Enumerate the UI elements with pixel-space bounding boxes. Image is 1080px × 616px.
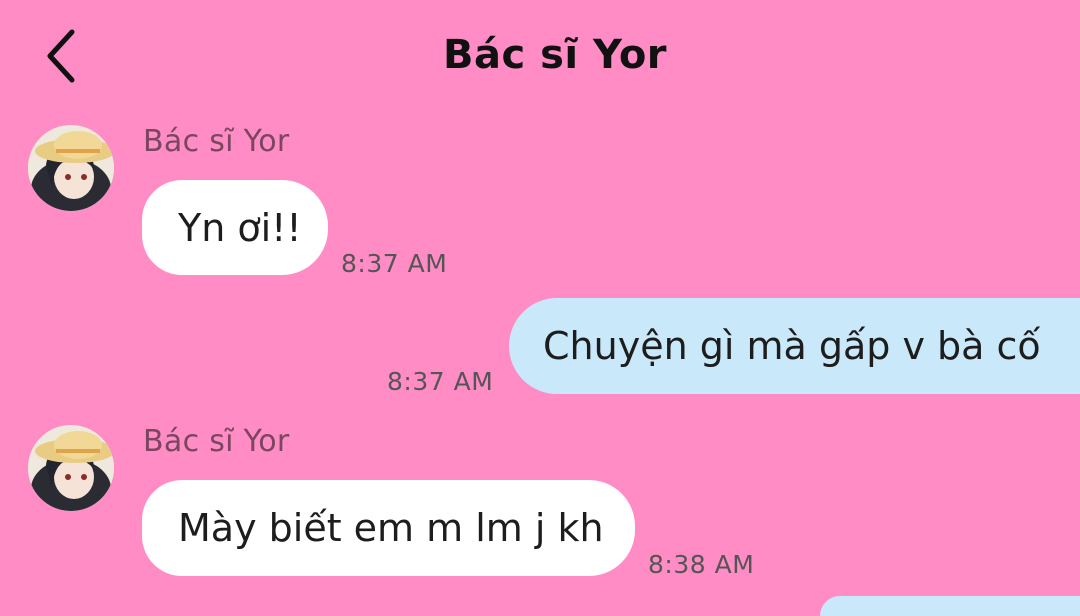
incoming-message-bubble[interactable]: Yn ơi!! [142, 180, 328, 275]
avatar[interactable] [28, 125, 114, 211]
chat-header: Bác sĩ Yor [0, 0, 1080, 115]
chat-title: Bác sĩ Yor [442, 32, 668, 78]
outgoing-message-bubble-partial[interactable] [820, 596, 1080, 616]
message-timestamp: 8:37 AM [387, 367, 494, 396]
sender-name: Bác sĩ Yor [143, 424, 290, 459]
avatar-image [28, 425, 114, 511]
avatar[interactable] [28, 425, 114, 511]
message-text: Yn ơi!! [178, 205, 302, 250]
message-timestamp: 8:38 AM [648, 550, 755, 579]
message-text: Mày biết em m lm j kh [178, 506, 604, 550]
incoming-message-bubble[interactable]: Mày biết em m lm j kh [142, 480, 635, 576]
avatar-image [28, 125, 114, 211]
sender-name: Bác sĩ Yor [143, 124, 290, 159]
message-timestamp: 8:37 AM [341, 249, 448, 278]
outgoing-message-bubble[interactable]: Chuyện gì mà gấp v bà cố [509, 298, 1080, 394]
message-text: Chuyện gì mà gấp v bà cố [543, 324, 1041, 368]
